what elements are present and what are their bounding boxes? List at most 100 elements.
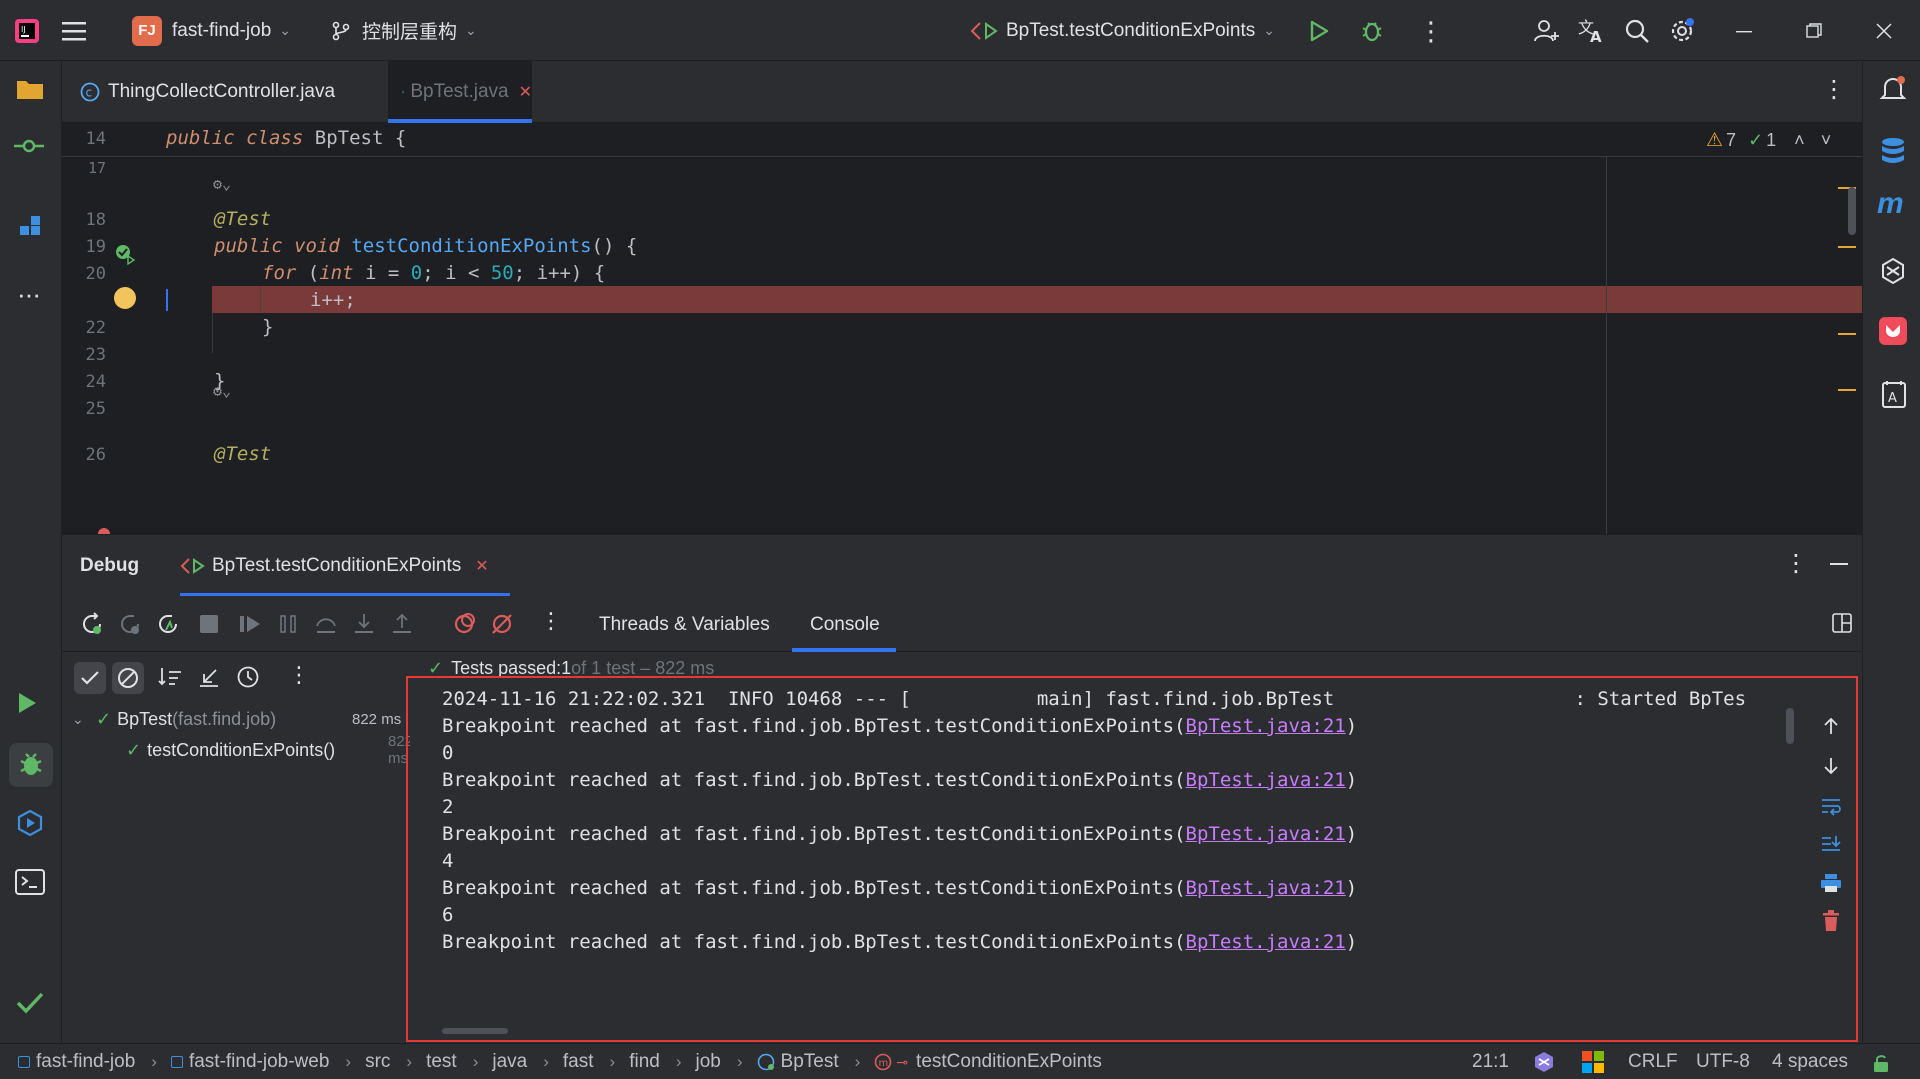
indent-setting[interactable]: 4 spaces	[1772, 1051, 1848, 1073]
services-icon[interactable]	[16, 809, 44, 837]
tab-console[interactable]: Console	[810, 614, 880, 636]
source-link[interactable]: BpTest.java:21	[1186, 715, 1346, 737]
test-tree-row[interactable]: ✓ testConditionExPoints() 822 ms	[126, 733, 413, 767]
terminal-icon[interactable]	[15, 869, 45, 895]
file-encoding[interactable]: UTF-8	[1696, 1051, 1750, 1073]
console-output[interactable]: 2024-11-16 21:22:02.321 INFO 10468 --- […	[410, 678, 1800, 1040]
add-collaborator-icon[interactable]	[1534, 0, 1560, 61]
previous-highlight-icon[interactable]: ˄	[1794, 130, 1805, 151]
tab-threads-variables[interactable]: Threads & Variables	[599, 614, 770, 636]
stop-icon[interactable]	[200, 615, 218, 633]
tabs-more-icon[interactable]: ⋮	[1822, 75, 1846, 104]
debug-session-tab[interactable]: BpTest.testConditionExPoints ✕	[180, 535, 489, 597]
test-tree-row[interactable]: ⌄ ✓ BpTest (fast.find.job) 822 ms	[72, 704, 410, 734]
print-icon[interactable]	[1820, 872, 1842, 894]
settings-gear-icon[interactable]	[1668, 0, 1696, 61]
commit-icon[interactable]	[14, 138, 44, 154]
branch-switcher[interactable]: 控制层重构 ⌄	[332, 0, 477, 61]
code-vision-icon[interactable]: ⚙⌄	[213, 175, 231, 193]
maven-icon[interactable]: m	[1877, 187, 1904, 221]
sort-icon[interactable]	[158, 666, 182, 688]
breadcrumb-item[interactable]: m ⊸ testConditionExPoints	[874, 1051, 1102, 1073]
scroll-to-end-icon[interactable]	[1820, 834, 1842, 854]
scroll-up-icon[interactable]	[1822, 716, 1840, 736]
minimize-window-icon[interactable]	[1736, 0, 1752, 61]
step-into-icon[interactable]	[352, 612, 376, 636]
view-breakpoints-icon[interactable]	[452, 612, 476, 636]
console-panel[interactable]: ✓ Tests passed: 1 of 1 test – 822 ms 202…	[406, 652, 1862, 1043]
editor-scrollbar-thumb[interactable]	[1848, 187, 1856, 235]
show-ignored-icon[interactable]	[112, 662, 144, 694]
more-tools-icon[interactable]: ···	[17, 279, 41, 310]
breadcrumb-item[interactable]: java	[492, 1051, 527, 1073]
toolbar-more-icon[interactable]: ⋮	[540, 608, 562, 634]
app-logo-icon[interactable]: IJ	[14, 0, 40, 61]
line-ending[interactable]: CRLF	[1628, 1051, 1678, 1073]
collapse-all-icon[interactable]	[198, 666, 220, 688]
mute-breakpoints-icon[interactable]	[490, 612, 514, 636]
breadcrumb-item[interactable]: BpTest	[757, 1051, 839, 1073]
search-icon[interactable]	[1624, 0, 1650, 61]
show-passed-icon[interactable]	[74, 662, 106, 694]
rerun-failed-icon[interactable]	[118, 612, 142, 636]
code-editor[interactable]: 14 public class BpTest { ⚠ 7 ✓ 1 ˄ ˅ 17 …	[62, 123, 1862, 534]
debug-tool-button[interactable]	[9, 743, 53, 787]
run-button[interactable]	[1308, 0, 1330, 61]
expand-chevron-icon[interactable]: ⌄	[72, 711, 90, 728]
breadcrumb-item[interactable]: find	[629, 1051, 660, 1073]
test-options-icon[interactable]: ⋮	[288, 662, 310, 688]
caret-position[interactable]: 21:1	[1472, 1051, 1509, 1073]
lock-icon[interactable]	[1872, 1053, 1890, 1073]
clear-all-icon[interactable]	[1822, 910, 1840, 932]
debug-options-icon[interactable]: ⋮	[1784, 549, 1808, 578]
run-tool-icon[interactable]	[16, 691, 38, 715]
breakpoint-icon[interactable]	[114, 287, 136, 309]
close-tab-icon[interactable]: ✕	[519, 82, 532, 102]
scroll-down-icon[interactable]	[1822, 756, 1840, 776]
source-link[interactable]: BpTest.java:21	[1186, 931, 1346, 953]
next-highlight-icon[interactable]: ˅	[1821, 130, 1832, 151]
debug-button[interactable]	[1360, 0, 1384, 61]
ai-status-icon[interactable]	[1532, 1050, 1556, 1074]
step-over-icon[interactable]	[314, 612, 338, 636]
database-icon[interactable]	[1879, 137, 1907, 167]
ai-assistant-icon[interactable]	[1879, 257, 1907, 285]
checkmark-icon[interactable]	[16, 991, 44, 1015]
run-config-selector[interactable]: BpTest.testConditionExPoints ⌄	[970, 0, 1275, 61]
resume-icon[interactable]	[238, 612, 262, 636]
plugin-icon[interactable]	[1879, 317, 1907, 345]
hide-panel-icon[interactable]	[1830, 563, 1848, 565]
project-folder-icon[interactable]	[16, 77, 44, 101]
breadcrumb-item[interactable]: job	[696, 1051, 721, 1073]
run-test-gutter-icon[interactable]	[114, 243, 136, 265]
rerun-icon[interactable]	[80, 612, 104, 636]
breadcrumb-item[interactable]: fast-find-job-web	[170, 1051, 329, 1073]
tab-bptest[interactable]: c BpTest.java ✕	[388, 61, 532, 123]
rerun-changes-icon[interactable]	[156, 612, 180, 636]
layout-settings-icon[interactable]	[1832, 613, 1852, 633]
close-window-icon[interactable]	[1876, 0, 1892, 61]
tab-thingcollectcontroller[interactable]: c ThingCollectController.java	[80, 61, 335, 123]
breadcrumb-item[interactable]: src	[365, 1051, 390, 1073]
console-scrollbar-thumb[interactable]	[1786, 708, 1794, 744]
inspection-widget[interactable]: ⚠ 7 ✓ 1 ˄ ˅	[1706, 129, 1831, 152]
notifications-bell-icon[interactable]	[1879, 75, 1907, 103]
ai-assistant-panel-icon[interactable]: A	[1881, 379, 1907, 409]
soft-wrap-icon[interactable]	[1820, 796, 1842, 816]
source-link[interactable]: BpTest.java:21	[1186, 877, 1346, 899]
project-switcher[interactable]: FJ fast-find-job ⌄	[132, 0, 291, 61]
translate-icon[interactable]: 文A	[1578, 0, 1606, 61]
restore-window-icon[interactable]	[1806, 0, 1822, 61]
step-out-icon[interactable]	[390, 612, 414, 636]
breadcrumb-item[interactable]: fast	[563, 1051, 594, 1073]
source-link[interactable]: BpTest.java:21	[1186, 769, 1346, 791]
breadcrumb-item[interactable]: fast-find-job	[18, 1051, 135, 1073]
pause-icon[interactable]	[276, 612, 300, 636]
source-link[interactable]: BpTest.java:21	[1186, 823, 1346, 845]
more-actions-icon[interactable]: ⋮	[1418, 0, 1444, 61]
windows-logo-icon[interactable]	[1582, 1051, 1604, 1073]
test-history-icon[interactable]	[236, 665, 260, 689]
close-tab-icon[interactable]: ✕	[475, 556, 488, 576]
main-menu-icon[interactable]	[62, 0, 86, 61]
breadcrumb-item[interactable]: test	[426, 1051, 457, 1073]
